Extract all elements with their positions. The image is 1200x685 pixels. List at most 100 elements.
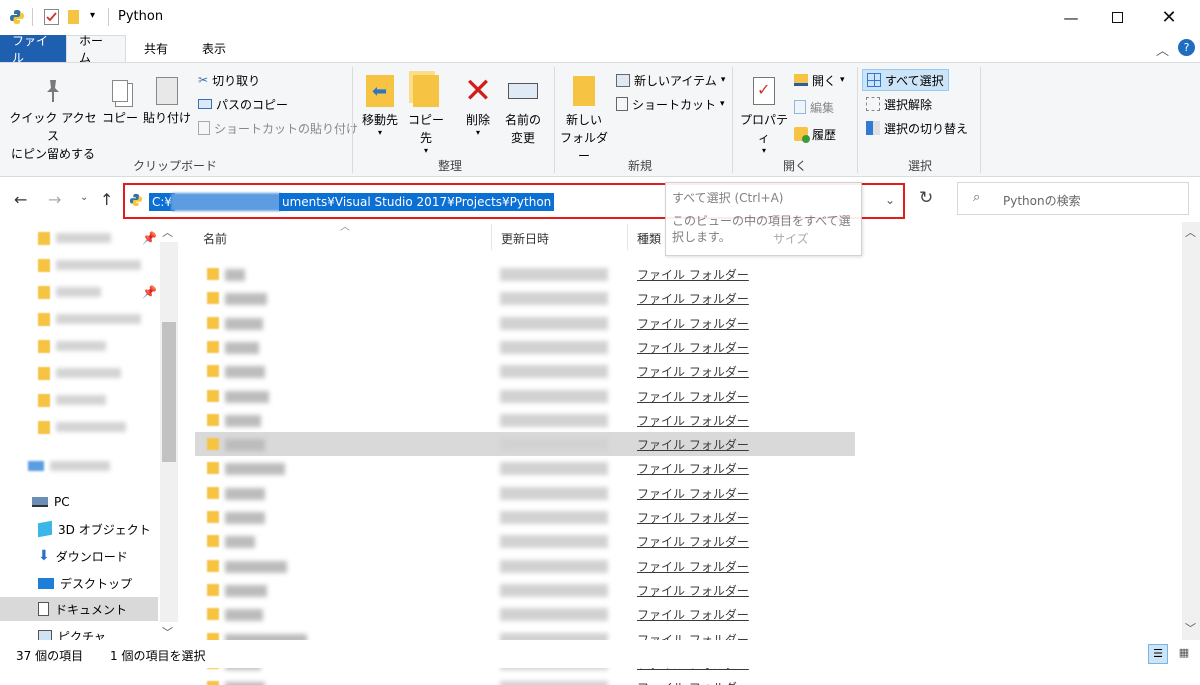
file-list-scrollbar[interactable]: ︿ ﹀ (1182, 222, 1200, 640)
close-button[interactable]: ✕ (1146, 0, 1192, 35)
paste-button[interactable]: 貼り付け (142, 73, 192, 127)
file-list-header: ︿ 名前 更新日時 種類 サイズ (195, 222, 1185, 254)
search-box[interactable]: ⌕ Pythonの検索 (957, 182, 1189, 215)
modified-date-redacted (500, 413, 608, 427)
copy-to-button[interactable]: コピー先 ▾ (404, 71, 448, 155)
nav-item-pictures[interactable]: ピクチャ (38, 624, 106, 640)
table-row[interactable]: ファイル フォルダー (195, 432, 855, 457)
nav-quick-item[interactable] (38, 334, 106, 358)
nav-quick-item[interactable]: 📌 (38, 280, 157, 304)
nav-item-pc[interactable]: PC (32, 490, 70, 514)
table-row[interactable]: ファイル フォルダー (195, 554, 855, 578)
tab-share[interactable]: 共有 (132, 35, 180, 62)
group-label-new: 新規 (627, 159, 652, 173)
nav-item-downloads[interactable]: ⬇ ダウンロード (38, 544, 128, 568)
select-all-button[interactable]: すべて選択 (862, 69, 949, 91)
copy-button[interactable]: コピー (100, 73, 140, 127)
table-row[interactable]: ファイル フォルダー (195, 311, 855, 335)
up-arrow-icon[interactable]: ↑ (100, 190, 113, 209)
desktop-icon (38, 577, 54, 589)
nav-onedrive-item[interactable] (28, 454, 110, 478)
nav-item-documents[interactable]: ドキュメント (0, 597, 158, 621)
quick-access-dropdown-icon[interactable]: ▾ (90, 10, 95, 21)
tab-file[interactable]: ファイル (0, 34, 66, 65)
new-item-icon (616, 73, 630, 87)
large-icons-view-icon[interactable]: ▦ (1174, 644, 1194, 664)
nav-quick-item[interactable] (38, 361, 121, 385)
back-arrow-icon[interactable]: ← (14, 190, 27, 209)
group-label-clipboard: クリップボード (132, 159, 217, 173)
history-button[interactable]: 履歴 (794, 123, 836, 145)
invert-selection-button[interactable]: 選択の切り替え (866, 117, 968, 139)
nav-quick-item[interactable] (38, 307, 141, 331)
new-folder-quick-icon[interactable] (68, 10, 79, 24)
table-row[interactable]: ファイル フォルダー (195, 602, 855, 626)
table-row[interactable]: ファイル フォルダー (195, 335, 855, 359)
nav-item-desktop[interactable]: デスクトップ (38, 571, 132, 595)
table-row[interactable]: ファイル フォルダー (195, 384, 855, 408)
file-type: ファイル フォルダー (637, 486, 749, 501)
nav-quick-item[interactable] (38, 253, 141, 277)
delete-button[interactable]: ✕ 削除 ▾ (458, 71, 498, 137)
forward-arrow-icon[interactable]: → (48, 190, 61, 209)
table-row[interactable]: ファイル フォルダー (195, 578, 855, 602)
cut-button[interactable]: ✂ 切り取り (198, 69, 260, 91)
scroll-down-icon[interactable]: ﹀ (1185, 620, 1196, 636)
table-row[interactable]: ファイル フォルダー (195, 359, 855, 383)
column-type[interactable]: 種類 (637, 230, 661, 247)
edit-button[interactable]: 編集 (794, 96, 834, 118)
maximize-button[interactable] (1094, 0, 1140, 35)
new-item-button[interactable]: 新しいアイテム ▾ (616, 69, 725, 91)
copy-path-button[interactable]: パスのコピー (198, 93, 288, 115)
select-none-icon (866, 97, 880, 111)
nav-scroll-up-icon[interactable]: ︿ (162, 224, 173, 240)
modified-date-redacted (500, 340, 608, 354)
table-row[interactable]: ファイル フォルダー (195, 456, 855, 480)
file-name-redacted (225, 366, 265, 379)
open-button[interactable]: 開く ▾ (794, 69, 845, 91)
refresh-icon[interactable]: ↻ (919, 188, 933, 208)
help-icon[interactable]: ? (1178, 39, 1195, 56)
shortcut-button[interactable]: ショートカット ▾ (616, 93, 725, 115)
nav-scroll-down-icon[interactable]: ﹀ (162, 624, 173, 640)
recent-locations-icon[interactable]: ⌄ (80, 192, 88, 203)
modified-date-redacted (500, 292, 608, 306)
table-row[interactable]: ファイル フォルダー (195, 505, 855, 529)
scroll-up-icon[interactable]: ︿ (1185, 224, 1196, 240)
select-none-button[interactable]: 選択解除 (866, 93, 932, 115)
folder-icon (207, 462, 219, 475)
edit-icon (794, 100, 806, 114)
table-row[interactable]: ファイル フォルダー (195, 481, 855, 505)
column-date[interactable]: 更新日時 (501, 230, 549, 247)
table-row[interactable]: ファイル フォルダー (195, 675, 855, 685)
nav-quick-item[interactable] (38, 388, 106, 412)
file-type: ファイル フォルダー (637, 462, 749, 477)
rename-button[interactable]: 名前の 変更 (500, 71, 546, 147)
nav-quick-item[interactable]: 📌 (38, 226, 157, 250)
move-to-button[interactable]: ⬅ 移動先 ▾ (358, 71, 402, 137)
file-name-redacted (225, 512, 265, 524)
column-size[interactable]: サイズ (773, 230, 809, 247)
tab-view[interactable]: 表示 (190, 35, 238, 62)
properties-button[interactable]: ✓ プロパティ ▾ (736, 71, 792, 155)
nav-item-3d-objects[interactable]: 3D オブジェクト (38, 517, 151, 541)
pin-quick-access-button[interactable]: クイック アクセス にピン留めする (8, 73, 98, 163)
paste-shortcut-button[interactable]: ショートカットの貼り付け (198, 117, 358, 139)
properties-quick-icon[interactable] (44, 9, 59, 25)
details-view-icon[interactable]: ☰ (1148, 644, 1168, 664)
properties-icon: ✓ (736, 71, 792, 111)
table-row[interactable]: ファイル フォルダー (195, 286, 855, 310)
minimize-button[interactable]: — (1048, 0, 1094, 35)
new-folder-button[interactable]: 新しい フォルダー (558, 71, 610, 165)
ribbon-collapse-icon[interactable]: ︿ (1156, 40, 1169, 59)
nav-quick-item[interactable] (38, 415, 126, 439)
table-row[interactable]: ファイル フォルダー (195, 262, 855, 286)
move-to-icon: ⬅ (358, 71, 402, 111)
tab-home[interactable]: ホーム (66, 34, 126, 65)
column-name[interactable]: 名前 (203, 230, 227, 247)
table-row[interactable]: ファイル フォルダー (195, 529, 855, 553)
search-icon: ⌕ (973, 190, 981, 205)
table-row[interactable]: ファイル フォルダー (195, 408, 855, 432)
nav-scrollbar[interactable] (160, 242, 178, 622)
address-dropdown-icon[interactable]: ⌄ (885, 193, 895, 207)
